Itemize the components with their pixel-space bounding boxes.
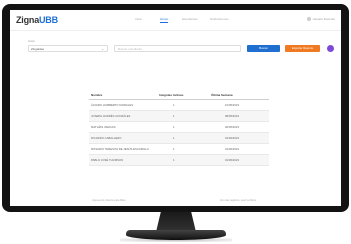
table-row[interactable]: MATHÍAS VARGAS 1 06/05/2023 [89,122,269,133]
logo-text: Zigna [16,15,39,25]
cell-badges: 1 [173,114,175,118]
nav-link-notificaciones[interactable]: Notificaciones [210,17,229,21]
user-label: Usuario Docente [312,17,335,21]
cell-name: ROSARIO TERESITA DE JESÚS ESCAMILLA [91,147,149,151]
cell-last-week: 08/05/2023 [225,114,239,118]
nav-link-inicio[interactable]: Inicio [135,17,142,21]
cell-badges: 1 [173,147,175,151]
search-button[interactable]: Buscar [247,45,280,52]
app-screen: ZignaUBB Inicio Grupo Estudiantes Notifi… [10,10,341,206]
cell-last-week: 06/05/2023 [225,125,239,129]
cell-name: ÁLVARO HUMBERTO MORALES [91,103,134,107]
table-row[interactable]: ÁLVARO HUMBERTO MORALES 1 10/05/2023 [89,100,269,111]
cell-last-week: 01/06/2023 [225,147,239,151]
user-menu[interactable]: Usuario Docente [306,17,335,22]
table-row[interactable]: ROSARIO TERESITA DE JESÚS ESCAMILLA 1 01… [89,144,269,155]
nav-link-grupo[interactable]: Grupo [160,17,169,23]
monitor-frame: ZignaUBB Inicio Grupo Estudiantes Notifi… [2,4,349,212]
nav-link-estudiantes[interactable]: Estudiantes [182,17,198,21]
cell-name: MATHÍAS VARGAS [91,125,116,129]
table-row[interactable]: JOSEPH ANDRÉS GONZÁLEZ 1 08/05/2023 [89,111,269,122]
monitor-shadow [120,238,232,242]
cell-badges: 1 [173,136,175,140]
footer-note-right: Ver más registros, usar los filtros [220,199,257,202]
export-report-button[interactable]: Exportar Reporte [285,45,320,52]
table-header: Nombre Insignias Activas Última Semana [89,92,269,100]
cell-name: PABLO JOSÉ THOMSON [91,158,124,162]
user-icon [306,17,311,22]
monitor-stand-neck [156,212,196,232]
column-header-name[interactable]: Nombre [91,93,102,97]
footer-note-left: Ingrese los criterios para filtrar [92,199,126,202]
cell-badges: 1 [173,125,175,129]
cell-last-week: 10/05/2023 [225,103,239,107]
search-placeholder: Buscar estudiante [118,47,143,51]
table-body: ÁLVARO HUMBERTO MORALES 1 10/05/2023 JOS… [89,100,269,166]
cell-last-week: 01/06/2023 [225,136,239,140]
cell-last-week: 01/06/2023 [225,158,239,162]
table-row[interactable]: RICARDO CABALLERO 1 01/06/2023 [89,133,269,144]
search-input[interactable]: Buscar estudiante [114,45,241,52]
avatar[interactable] [327,45,334,52]
chevron-down-icon: ⌄ [101,47,104,51]
column-header-badges[interactable]: Insignias Activas [159,93,183,97]
group-select[interactable]: Zingeldeo ⌄ [28,45,108,52]
cell-badges: 1 [173,158,175,162]
group-filter-label: Grupo [28,40,35,43]
top-navigation-bar: ZignaUBB Inicio Grupo Estudiantes Notifi… [10,10,341,31]
group-select-value: Zingeldeo [31,47,45,51]
cell-name: JOSEPH ANDRÉS GONZÁLEZ [91,114,131,118]
cell-name: RICARDO CABALLERO [91,136,122,140]
column-header-last-week[interactable]: Última Semana [211,93,233,97]
students-table: Nombre Insignias Activas Última Semana Á… [89,92,269,166]
app-logo[interactable]: ZignaUBB [16,15,58,25]
table-row[interactable]: PABLO JOSÉ THOMSON 1 01/06/2023 [89,155,269,166]
cell-badges: 1 [173,103,175,107]
logo-accent-text: UBB [39,15,58,25]
